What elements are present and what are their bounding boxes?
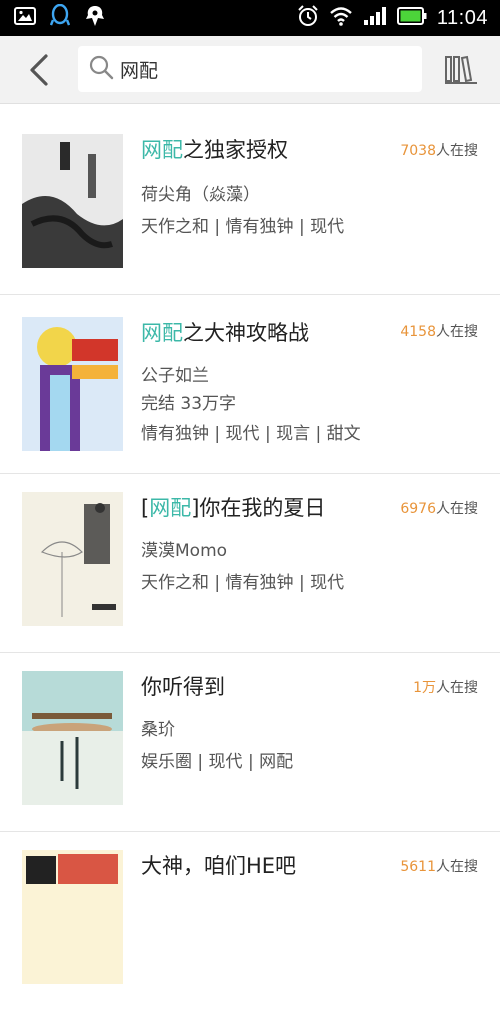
book-tags: 天作之和 | 情有独钟 | 现代 [141, 573, 345, 593]
search-count: 7038人在搜 [400, 143, 478, 159]
qq-icon [49, 3, 71, 32]
book-author: 漠漠Momo [141, 541, 228, 561]
title-highlight: 网配 [149, 496, 192, 520]
title-highlight: 网配 [141, 321, 183, 345]
bookshelf-icon [444, 55, 478, 90]
book-title[interactable]: 你听得到 [141, 671, 225, 701]
book-cover [22, 671, 123, 805]
image-icon [14, 7, 36, 29]
book-item[interactable]: 你听得到 1万人在搜 桑玠 娱乐圈 | 现代 | 网配 [0, 653, 500, 832]
book-author: 荷尖角（焱藻） [141, 185, 260, 205]
battery-icon [396, 7, 427, 29]
book-tags: 天作之和 | 情有独钟 | 现代 [141, 217, 345, 237]
search-input[interactable]: 网配 [120, 56, 158, 83]
status-bar: 11:04 [0, 0, 500, 36]
title-highlight: 网配 [141, 138, 183, 162]
book-title[interactable]: [网配]你在我的夏日 [141, 492, 325, 522]
book-tags: 情有独钟 | 现代 | 现言 | 甜文 [141, 424, 361, 444]
book-author: 公子如兰 [141, 366, 209, 386]
clock: 11:04 [436, 6, 488, 29]
book-title[interactable]: 大神，咱们HE吧 [141, 850, 296, 880]
book-status: 完结 33万字 [141, 394, 237, 414]
book-item[interactable]: 大神，咱们HE吧 5611人在搜 [0, 832, 500, 1011]
alarm-icon [297, 5, 319, 31]
search-count: 6976人在搜 [400, 501, 478, 517]
back-arrow-icon [22, 54, 58, 94]
search-count: 4158人在搜 [400, 324, 478, 340]
book-cover [22, 492, 123, 626]
book-author: 桑玠 [141, 720, 175, 740]
book-cover [22, 134, 123, 268]
search-icon [88, 54, 114, 84]
book-cover [22, 317, 123, 451]
search-box[interactable]: 网配 [78, 46, 422, 92]
notification-icon [84, 4, 106, 32]
search-count: 5611人在搜 [400, 859, 478, 875]
book-cover [22, 850, 123, 984]
book-tags: 娱乐圈 | 现代 | 网配 [141, 752, 294, 772]
book-title[interactable]: 网配之独家授权 [141, 134, 288, 164]
bookshelf-button[interactable] [444, 52, 478, 86]
back-button[interactable] [22, 50, 58, 90]
top-bar: 网配 [0, 36, 500, 104]
book-title[interactable]: 网配之大神攻略战 [141, 317, 309, 347]
search-count: 1万人在搜 [413, 680, 478, 696]
signal-icon [363, 6, 387, 30]
book-item[interactable]: [网配]你在我的夏日 6976人在搜 漠漠Momo 天作之和 | 情有独钟 | … [0, 474, 500, 653]
book-item[interactable]: 网配之大神攻略战 4158人在搜 公子如兰 完结 33万字 情有独钟 | 现代 … [0, 295, 500, 474]
book-item[interactable]: 网配之独家授权 7038人在搜 荷尖角（焱藻） 天作之和 | 情有独钟 | 现代 [0, 116, 500, 295]
wifi-icon [329, 6, 353, 30]
